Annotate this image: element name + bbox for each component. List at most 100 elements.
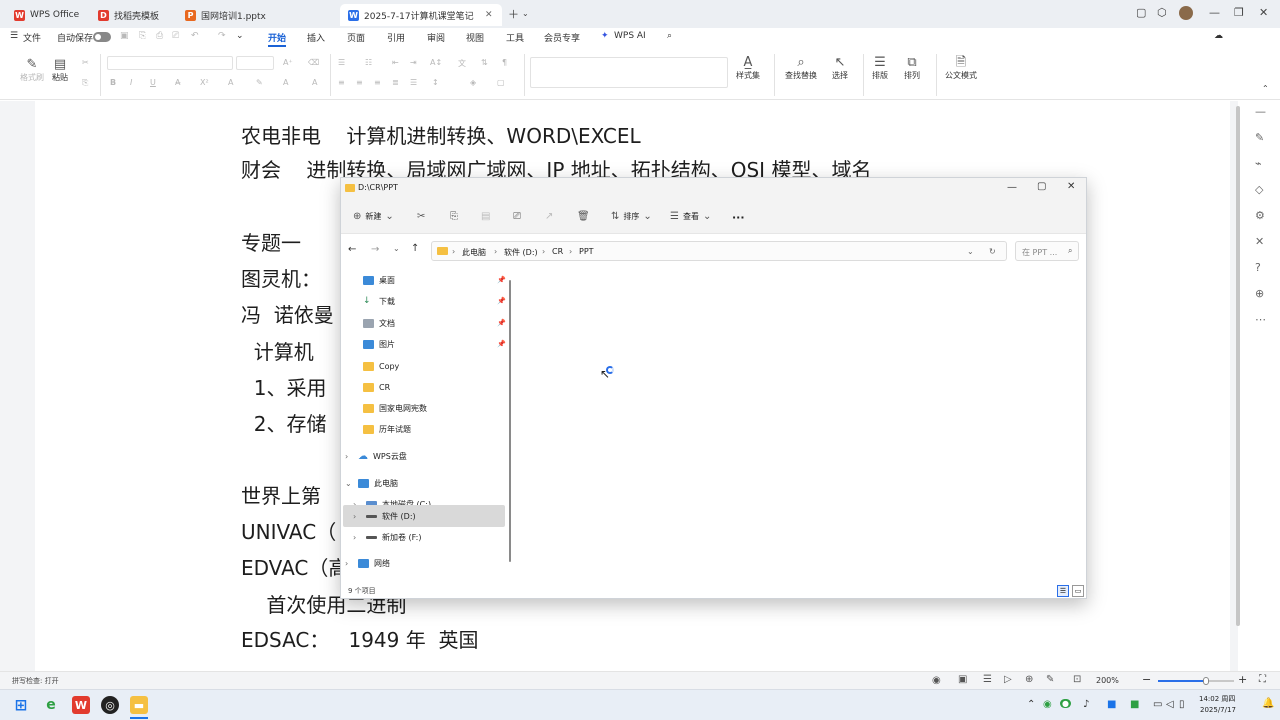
recent-chevron-icon[interactable]: ⌄ (393, 244, 400, 253)
help-icon[interactable]: ? (1255, 261, 1261, 274)
address-bar[interactable]: › 此电脑 › 软件 (D:) › CR › PPT ⌄ ↻ (431, 241, 1007, 261)
distribute-icon[interactable]: ☰ (410, 78, 417, 87)
tag-icon[interactable]: ◇ (1255, 183, 1263, 196)
rename-icon[interactable]: ⎚ (513, 211, 521, 222)
avatar[interactable] (1179, 6, 1193, 20)
fit-icon[interactable]: ⊡ (1073, 674, 1081, 685)
up-icon[interactable]: ↑ (411, 243, 419, 254)
chinese-layout-icon[interactable]: 文 (458, 58, 466, 69)
redo-icon[interactable]: ↷ (218, 31, 226, 41)
undo-icon[interactable]: ↶ (191, 31, 199, 41)
print-preview-icon[interactable]: ⎙ (156, 31, 163, 41)
breadcrumb-cr[interactable]: CR (552, 247, 563, 256)
explorer-title-bar[interactable]: D:\CR\PPT — ▢ ✕ (341, 178, 1086, 200)
hamburger-icon[interactable]: ☰ (10, 31, 18, 41)
new-tab-icon[interactable]: ＋ (508, 6, 519, 22)
outline-view-icon[interactable]: ☰ (983, 674, 992, 685)
file-explorer-window[interactable]: D:\CR\PPT — ▢ ✕ ⊕ 新建 ⌄ ✂ ⎘ ▤ ⎚ ↗ 🗑 ⇅ 排序 ⌄ ☰ 查… (340, 177, 1087, 599)
file-explorer-taskbar-icon[interactable]: ▬ (130, 696, 148, 714)
sort-icon[interactable]: ⇅ (481, 58, 488, 67)
search-input[interactable]: 在 PPT ... ⌕ (1015, 241, 1079, 261)
web-view-icon[interactable]: ⊕ (1025, 674, 1033, 685)
font-size-select[interactable] (236, 56, 274, 70)
chevron-down-icon[interactable]: ⌄ (345, 479, 353, 488)
menu-insert[interactable]: 插入 (307, 31, 325, 44)
tray-app-icon[interactable]: ◉ (1043, 699, 1052, 710)
wps-taskbar-icon[interactable]: W (72, 696, 90, 714)
line-spacing-icon[interactable]: ↕ (432, 78, 439, 87)
style-gallery[interactable] (530, 57, 728, 88)
align-right-icon[interactable]: ≡ (374, 78, 381, 87)
network-tray-icon[interactable]: ▭ (1153, 699, 1162, 710)
print-icon[interactable]: ⎚ (172, 31, 179, 41)
tray-green-icon[interactable]: ■ (1130, 699, 1139, 710)
pin-icon[interactable]: 📌 (497, 297, 506, 305)
official-mode-button[interactable]: 🗎 公文模式 (945, 56, 977, 81)
sort-button[interactable]: ⇅ 排序 ⌄ (611, 211, 652, 222)
pen-icon[interactable]: ✎ (1046, 674, 1054, 685)
pin-icon[interactable]: 📌 (497, 319, 506, 327)
chevron-down-icon[interactable]: ⌄ (522, 9, 529, 18)
highlight-icon[interactable]: ✎ (256, 78, 263, 87)
view-button[interactable]: ☰ 查看 ⌄ (670, 211, 711, 222)
windows-start-icon[interactable]: ⊞ (12, 696, 30, 714)
details-view-icon[interactable]: ☰ (1057, 585, 1069, 597)
indent-decrease-icon[interactable]: ⇤ (392, 58, 399, 67)
more-icon[interactable]: ⋯ (1255, 313, 1266, 326)
delete-icon[interactable]: 🗑 (577, 211, 590, 222)
font-name-select[interactable] (107, 56, 233, 70)
app-taskbar-icon[interactable]: ◎ (101, 696, 119, 714)
page-view-icon[interactable]: ▣ (958, 674, 967, 685)
nav-item-pictures[interactable]: 图片 📌 (363, 334, 508, 354)
copy-icon[interactable]: ⎘ (82, 78, 88, 88)
minimize-icon[interactable]: — (1007, 182, 1017, 193)
tab-ppt[interactable]: P 国网培训1.pptx (177, 4, 274, 26)
nav-item-drive-d[interactable]: › 软件 (D:) (343, 505, 505, 527)
play-icon[interactable]: ▷ (1004, 674, 1012, 685)
spellcheck-status[interactable]: 拼写检查: 打开 (12, 676, 59, 686)
text-direction-icon[interactable]: A↕ (430, 58, 442, 67)
minimize-panel-icon[interactable]: — (1255, 105, 1266, 118)
nav-item-network[interactable]: › 网络 (345, 553, 390, 573)
menu-member[interactable]: 会员专享 (544, 31, 580, 44)
clock-date[interactable]: 2025/7/17 (1200, 706, 1236, 714)
bold-icon[interactable]: B (110, 78, 116, 87)
export-icon[interactable]: ⎘ (139, 31, 146, 41)
save-icon[interactable]: ▣ (120, 31, 129, 41)
wechat-icon[interactable]: ● (1060, 699, 1071, 708)
cloud-sync-icon[interactable]: ☁ (1214, 31, 1223, 41)
arrange-button[interactable]: ⧉ 排列 (904, 56, 920, 81)
chevron-right-icon[interactable]: › (353, 512, 361, 521)
collapse-ribbon-icon[interactable]: ⌃ (1262, 84, 1269, 93)
font-grow-icon[interactable]: A⁺ (283, 58, 293, 67)
menu-wps-ai[interactable]: WPS AI (614, 31, 646, 41)
select-button[interactable]: ↖ 选择 (832, 56, 848, 81)
battery-icon[interactable]: ▯ (1179, 699, 1185, 710)
nav-item-drive-f[interactable]: › 新加卷 (F:) (353, 527, 421, 547)
back-icon[interactable]: ← (348, 244, 356, 255)
chevron-right-icon[interactable]: › (345, 452, 353, 461)
align-left-icon[interactable]: ≡ (338, 78, 345, 87)
zoom-in-icon[interactable]: + (1238, 673, 1247, 686)
forward-icon[interactable]: → (371, 244, 379, 255)
chevron-right-icon[interactable]: › (353, 533, 361, 542)
notification-icon[interactable]: 🔔 (1262, 698, 1274, 709)
close-window-icon[interactable]: ✕ (1259, 6, 1268, 19)
shading-icon[interactable]: ◈ (470, 78, 476, 87)
menu-tools[interactable]: 工具 (506, 31, 524, 44)
more-chevron-icon[interactable]: ⌄ (236, 31, 244, 41)
eye-icon[interactable]: ◉ (932, 675, 941, 686)
nav-item-downloads[interactable]: ↓ 下载 📌 (363, 291, 508, 311)
volume-icon[interactable]: ◁ (1166, 699, 1174, 710)
cube-icon[interactable]: ⬡ (1157, 6, 1167, 19)
edit-icon[interactable]: ✎ (1255, 131, 1264, 144)
format-painter-button[interactable]: ✎ 格式刷 (20, 58, 44, 83)
chevron-right-icon[interactable]: › (345, 559, 353, 568)
vertical-scrollbar[interactable] (1236, 106, 1240, 626)
nav-item-grid-folder[interactable]: 国家电网宪数 (363, 398, 427, 418)
nav-item-past-exams[interactable]: 历年试题 (363, 419, 411, 439)
cut-icon[interactable]: ✂ (417, 211, 425, 222)
show-marks-icon[interactable]: ¶ (502, 58, 507, 67)
numbered-list-icon[interactable]: ☷ (365, 58, 372, 67)
menu-view[interactable]: 视图 (466, 31, 484, 44)
